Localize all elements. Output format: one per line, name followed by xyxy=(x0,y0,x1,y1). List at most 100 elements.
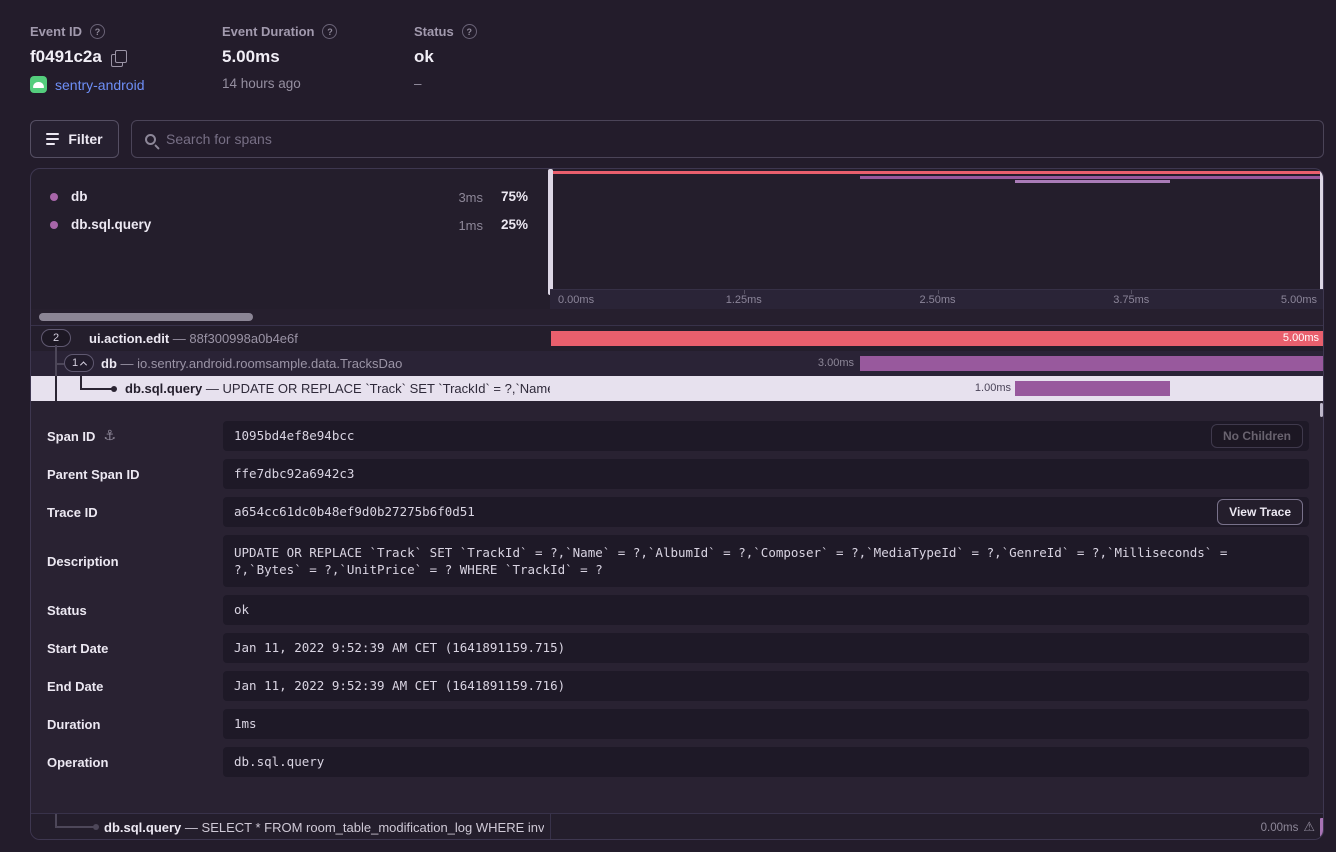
span-desc: SELECT * FROM room_table_modification_lo… xyxy=(202,820,544,835)
span-desc: io.sentry.android.roomsample.data.Tracks… xyxy=(137,356,402,371)
operation-value: db.sql.query xyxy=(223,747,1309,777)
tree-connector-elbow xyxy=(80,388,113,390)
event-age: 14 hours ago xyxy=(222,76,301,91)
project-link[interactable]: sentry-android xyxy=(55,77,145,93)
event-id-label: Event ID xyxy=(30,24,82,39)
separator-dash: — xyxy=(173,331,186,346)
axis-tick: 3.75ms xyxy=(1113,294,1149,306)
status-label: Status xyxy=(414,24,454,39)
span-id-value: 1095bd4ef8e94bcc No Children xyxy=(223,421,1309,451)
span-search[interactable] xyxy=(131,120,1324,158)
span-op: db.sql.query xyxy=(125,381,202,396)
copy-icon[interactable] xyxy=(111,50,126,65)
op-color-dot xyxy=(50,221,58,229)
zero-duration-span-marker xyxy=(1320,818,1324,837)
time-axis: 0.00ms 1.25ms 2.50ms 3.75ms 5.00ms xyxy=(550,289,1324,309)
op-percent: 75% xyxy=(501,189,528,204)
status-detail-label: Status xyxy=(47,603,87,618)
ops-breakdown-row-db[interactable]: db 3ms 75% xyxy=(31,183,550,211)
badge-count: 1 xyxy=(72,357,78,369)
tree-leaf-dot xyxy=(111,386,117,392)
minimap-span-db xyxy=(860,176,1324,179)
op-percent: 25% xyxy=(501,217,528,232)
view-trace-button[interactable]: View Trace xyxy=(1217,499,1303,525)
span-desc: UPDATE OR REPLACE `Track` SET `TrackId` … xyxy=(223,381,550,396)
span-op: db xyxy=(101,356,117,371)
separator-dash: — xyxy=(185,820,198,835)
ops-breakdown-row-db-sql-query[interactable]: db.sql.query 1ms 25% xyxy=(31,211,550,239)
trace-id-label: Trace ID xyxy=(47,505,98,520)
span-row-ui-action-edit[interactable]: 2 ui.action.edit — 88f300998a0b4e6f 5.00… xyxy=(31,326,1324,351)
badge-count: 2 xyxy=(53,332,59,344)
event-id-value: f0491c2a xyxy=(30,47,102,67)
separator-dash: — xyxy=(121,356,134,371)
status-sub: – xyxy=(414,76,422,91)
span-bar-purple[interactable] xyxy=(860,356,1324,371)
parent-span-id-value: ffe7dbc92a6942c3 xyxy=(223,459,1309,489)
duration-detail-value: 1ms xyxy=(223,709,1309,739)
end-date-value: Jan 11, 2022 9:52:39 AM CET (1641891159.… xyxy=(223,671,1309,701)
filter-button[interactable]: Filter xyxy=(30,120,119,158)
event-id-label-row: Event ID xyxy=(30,24,145,39)
status-value: ok xyxy=(414,47,434,67)
span-bar-duration: 5.00ms xyxy=(1283,326,1319,351)
status-detail-value: ok xyxy=(223,595,1309,625)
span-id-label: Span ID xyxy=(47,429,95,444)
no-children-button[interactable]: No Children xyxy=(1211,424,1303,448)
axis-tick: 2.50ms xyxy=(919,294,955,306)
event-duration-value: 5.00ms xyxy=(222,47,280,67)
op-name: db xyxy=(71,189,88,204)
minimap-span-db-sql-query xyxy=(1015,180,1170,183)
span-op: ui.action.edit xyxy=(89,331,169,346)
axis-tick: 0.00ms xyxy=(558,294,594,306)
help-icon[interactable] xyxy=(322,24,337,39)
axis-tick: 1.25ms xyxy=(726,294,762,306)
op-duration: 1ms xyxy=(458,218,483,233)
tree-timeline-divider xyxy=(550,814,551,840)
span-bar-duration: 3.00ms xyxy=(818,351,854,376)
trace-waterfall-panel: db 3ms 75% db.sql.query 1ms 25% 0.00ms 1… xyxy=(30,168,1324,840)
help-icon[interactable] xyxy=(90,24,105,39)
span-bar-duration: 0.00ms xyxy=(1261,822,1299,834)
event-id-column: Event ID f0491c2a sentry-android xyxy=(30,24,145,93)
tree-leaf-dot xyxy=(93,824,99,830)
span-bar-purple[interactable] xyxy=(1015,381,1170,396)
tree-guide-line xyxy=(55,376,57,401)
vscroll-thumb[interactable] xyxy=(1320,403,1323,417)
children-count-badge-expanded[interactable]: 1 xyxy=(64,354,94,372)
op-duration: 3ms xyxy=(458,190,483,205)
minimap-right-handle[interactable] xyxy=(1320,169,1324,295)
op-name: db.sql.query xyxy=(71,217,151,232)
start-date-value: Jan 11, 2022 9:52:39 AM CET (1641891159.… xyxy=(223,633,1309,663)
end-date-label: End Date xyxy=(47,679,103,694)
separator-dash: — xyxy=(206,381,219,396)
span-row-select-query[interactable]: db.sql.query — SELECT * FROM room_table_… xyxy=(31,814,1324,840)
start-date-label: Start Date xyxy=(47,641,108,656)
parent-span-id-label: Parent Span ID xyxy=(47,467,139,482)
event-duration-column: Event Duration 5.00ms 14 hours ago xyxy=(222,24,337,91)
axis-tick: 5.00ms xyxy=(1281,294,1317,306)
event-duration-label: Event Duration xyxy=(222,24,314,39)
description-value: UPDATE OR REPLACE `Track` SET `TrackId` … xyxy=(223,535,1309,587)
operation-label: Operation xyxy=(47,755,108,770)
span-detail-section: Span ID ⚓ 1095bd4ef8e94bcc No Children P… xyxy=(31,401,1324,813)
span-row-db-sql-query-selected[interactable]: db.sql.query — UPDATE OR REPLACE `Track`… xyxy=(31,376,1324,401)
span-op: db.sql.query xyxy=(104,820,181,835)
help-icon[interactable] xyxy=(462,24,477,39)
hscroll-thumb[interactable] xyxy=(39,313,253,321)
trace-id-value: a654cc61dc0b48ef9d0b27275b6f0d51 View Tr… xyxy=(223,497,1309,527)
minimap-span-ui-action xyxy=(551,171,1324,174)
search-input[interactable] xyxy=(166,131,1310,147)
span-bar-duration: 1.00ms xyxy=(975,376,1011,401)
minimap-left-handle[interactable] xyxy=(548,169,553,295)
span-desc: 88f300998a0b4e6f xyxy=(189,331,297,346)
span-bar-red[interactable]: 5.00ms xyxy=(551,331,1324,346)
description-label: Description xyxy=(47,554,119,569)
search-icon xyxy=(145,134,156,145)
tree-connector-elbow xyxy=(55,826,95,828)
anchor-icon[interactable]: ⚓ xyxy=(103,428,116,444)
span-row-db-tracksdao[interactable]: 1 db — io.sentry.android.roomsample.data… xyxy=(31,351,1324,376)
duration-detail-label: Duration xyxy=(47,717,100,732)
filter-button-label: Filter xyxy=(68,131,102,147)
status-column: Status ok – xyxy=(414,24,477,91)
